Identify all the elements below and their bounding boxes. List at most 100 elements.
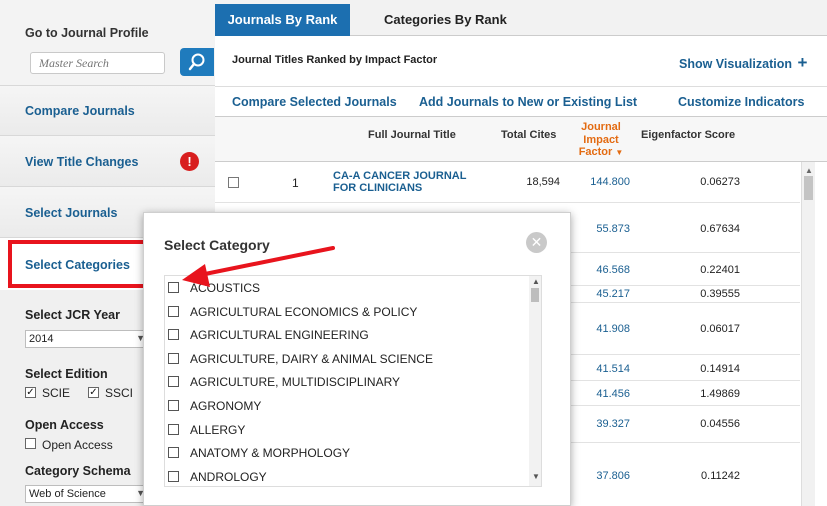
category-checkbox[interactable] xyxy=(168,423,179,435)
category-checkbox[interactable] xyxy=(168,305,179,317)
category-checkbox[interactable] xyxy=(168,329,179,341)
edition-label: Select Edition xyxy=(25,367,108,381)
category-item[interactable]: ALLERGY xyxy=(165,418,525,442)
category-label: ANATOMY & MORPHOLOGY xyxy=(190,446,351,461)
category-item[interactable]: AGRONOMY xyxy=(165,394,525,418)
modal-title: Select Category xyxy=(164,237,270,253)
close-icon[interactable]: ✕ xyxy=(526,232,547,253)
category-item[interactable]: ANATOMY & MORPHOLOGY xyxy=(165,441,525,465)
row-impact-factor[interactable]: 41.456 xyxy=(596,388,630,400)
category-checkbox[interactable] xyxy=(168,282,179,293)
row-eigenfactor: 0.04556 xyxy=(700,418,740,430)
row-eigenfactor: 0.67634 xyxy=(700,223,740,235)
category-label: AGRONOMY xyxy=(190,399,262,413)
row-eigenfactor: 0.14914 xyxy=(700,363,740,375)
category-label: AGRICULTURAL ENGINEERING xyxy=(190,328,369,343)
tab-categories-by-rank[interactable]: Categories By Rank xyxy=(384,4,507,36)
row-impact-factor[interactable]: 144.800 xyxy=(590,176,630,188)
row-rank: 1 xyxy=(292,176,299,190)
warning-icon: ! xyxy=(180,152,199,171)
col-total-cites[interactable]: Total Cites xyxy=(501,129,556,141)
add-journals-button[interactable]: Add Journals to New or Existing List xyxy=(419,95,637,109)
compare-journals-item[interactable]: Compare Journals xyxy=(0,86,215,136)
row-impact-factor[interactable]: 45.217 xyxy=(596,288,630,300)
row-impact-factor[interactable]: 41.908 xyxy=(596,323,630,335)
master-search-input[interactable] xyxy=(30,52,165,74)
customize-indicators-button[interactable]: Customize Indicators xyxy=(678,95,804,109)
row-eigenfactor: 0.06017 xyxy=(700,323,740,335)
row-journal-title[interactable]: CA-A CANCER JOURNAL FOR CLINICIANS xyxy=(333,170,483,194)
scroll-up-icon[interactable]: ▲ xyxy=(805,166,813,175)
profile-title: Go to Journal Profile xyxy=(25,26,149,40)
row-eigenfactor: 0.11242 xyxy=(701,470,740,482)
ssci-checkbox[interactable]: ✓ xyxy=(88,387,99,398)
jcr-year-value: 2014 xyxy=(29,333,54,345)
action-bar: Compare Selected Journals Add Journals t… xyxy=(215,86,827,117)
row-impact-factor[interactable]: 41.514 xyxy=(596,363,630,375)
category-label: ACOUSTICS xyxy=(190,281,261,295)
select-category-modal: Select Category ✕ ACOUSTICS AGRICULTURAL… xyxy=(143,212,571,506)
search-icon xyxy=(188,53,205,71)
compare-journals-link[interactable]: Compare Journals xyxy=(25,104,135,118)
open-access-checkbox[interactable] xyxy=(25,438,36,449)
col-impact-factor-line3: Factor ▼ xyxy=(578,146,624,158)
category-item[interactable]: AGRICULTURAL ENGINEERING xyxy=(165,323,525,347)
jcr-year-label: Select JCR Year xyxy=(25,308,120,322)
scie-label: SCIE xyxy=(42,386,71,400)
row-total-cites: 18,594 xyxy=(526,176,560,188)
ssci-label: SSCI xyxy=(105,386,134,400)
col-full-title[interactable]: Full Journal Title xyxy=(368,129,456,141)
category-item[interactable]: AGRICULTURE, DAIRY & ANIMAL SCIENCE xyxy=(165,347,525,371)
journal-profile-section: Go to Journal Profile xyxy=(0,0,215,86)
row-eigenfactor: 0.06273 xyxy=(700,176,740,188)
show-visualization-button[interactable]: Show Visualization + xyxy=(679,53,807,73)
annotation-highlight-box xyxy=(8,240,151,288)
table-scrollbar[interactable]: ▲ xyxy=(801,162,815,506)
category-item[interactable]: AGRICULTURAL ECONOMICS & POLICY xyxy=(165,300,525,324)
scrollbar-thumb[interactable] xyxy=(804,176,813,200)
category-schema-label: Category Schema xyxy=(25,464,131,478)
col-impact-factor[interactable]: Journal Impact Factor ▼ xyxy=(573,121,629,160)
col-eigenfactor[interactable]: Eigenfactor Score xyxy=(641,129,735,141)
row-impact-factor[interactable]: 37.806 xyxy=(596,470,630,482)
category-checkbox[interactable] xyxy=(168,470,179,482)
row-eigenfactor: 0.22401 xyxy=(700,264,740,276)
table-header: Full Journal Title Total Cites Journal I… xyxy=(215,117,827,162)
category-label: AGRICULTURAL ECONOMICS & POLICY xyxy=(190,304,418,319)
category-label: ANDROLOGY xyxy=(190,469,267,484)
scie-checkbox[interactable]: ✓ xyxy=(25,387,36,398)
open-access-option: Open Access xyxy=(42,438,113,452)
category-checkbox[interactable] xyxy=(168,447,179,459)
row-impact-factor[interactable]: 55.873 xyxy=(596,223,630,235)
open-access-label: Open Access xyxy=(25,418,104,432)
page-title: Journal Titles Ranked by Impact Factor xyxy=(232,54,438,66)
row-impact-factor[interactable]: 39.327 xyxy=(596,418,630,430)
category-checkbox[interactable] xyxy=(168,352,179,364)
tab-bar: Journals By Rank Categories By Rank xyxy=(215,0,827,36)
title-changes-item[interactable]: View Title Changes ! xyxy=(0,136,215,187)
row-impact-factor[interactable]: 46.568 xyxy=(596,264,630,276)
row-checkbox[interactable] xyxy=(228,177,239,188)
scroll-down-icon[interactable]: ▼ xyxy=(532,472,540,481)
scroll-up-icon[interactable]: ▲ xyxy=(532,277,540,286)
category-schema-select[interactable]: Web of Science ▼ xyxy=(25,485,149,503)
category-label: ALLERGY xyxy=(190,422,246,437)
title-changes-link[interactable]: View Title Changes xyxy=(25,155,138,169)
show-visualization-label: Show Visualization xyxy=(679,57,792,71)
category-item[interactable]: AGRICULTURE, MULTIDISCIPLINARY xyxy=(165,370,525,394)
search-button[interactable] xyxy=(180,48,214,76)
category-item[interactable]: ACOUSTICS xyxy=(165,276,525,300)
select-journals-link[interactable]: Select Journals xyxy=(25,206,117,220)
category-checkbox[interactable] xyxy=(168,376,179,388)
jcr-year-select[interactable]: 2014 ▼ xyxy=(25,330,149,348)
category-list-scrollbar[interactable]: ▲ ▼ xyxy=(529,276,541,486)
row-eigenfactor: 0.39555 xyxy=(700,288,740,300)
tab-journals-by-rank[interactable]: Journals By Rank xyxy=(215,4,350,36)
col-impact-factor-line1: Journal xyxy=(581,121,621,133)
category-item[interactable]: ANDROLOGY xyxy=(165,465,525,486)
row-eigenfactor: 1.49869 xyxy=(700,388,740,400)
category-label: AGRICULTURE, DAIRY & ANIMAL SCIENCE xyxy=(190,351,433,366)
scrollbar-thumb[interactable] xyxy=(531,288,539,302)
category-checkbox[interactable] xyxy=(168,400,179,411)
compare-selected-button[interactable]: Compare Selected Journals xyxy=(232,95,397,109)
